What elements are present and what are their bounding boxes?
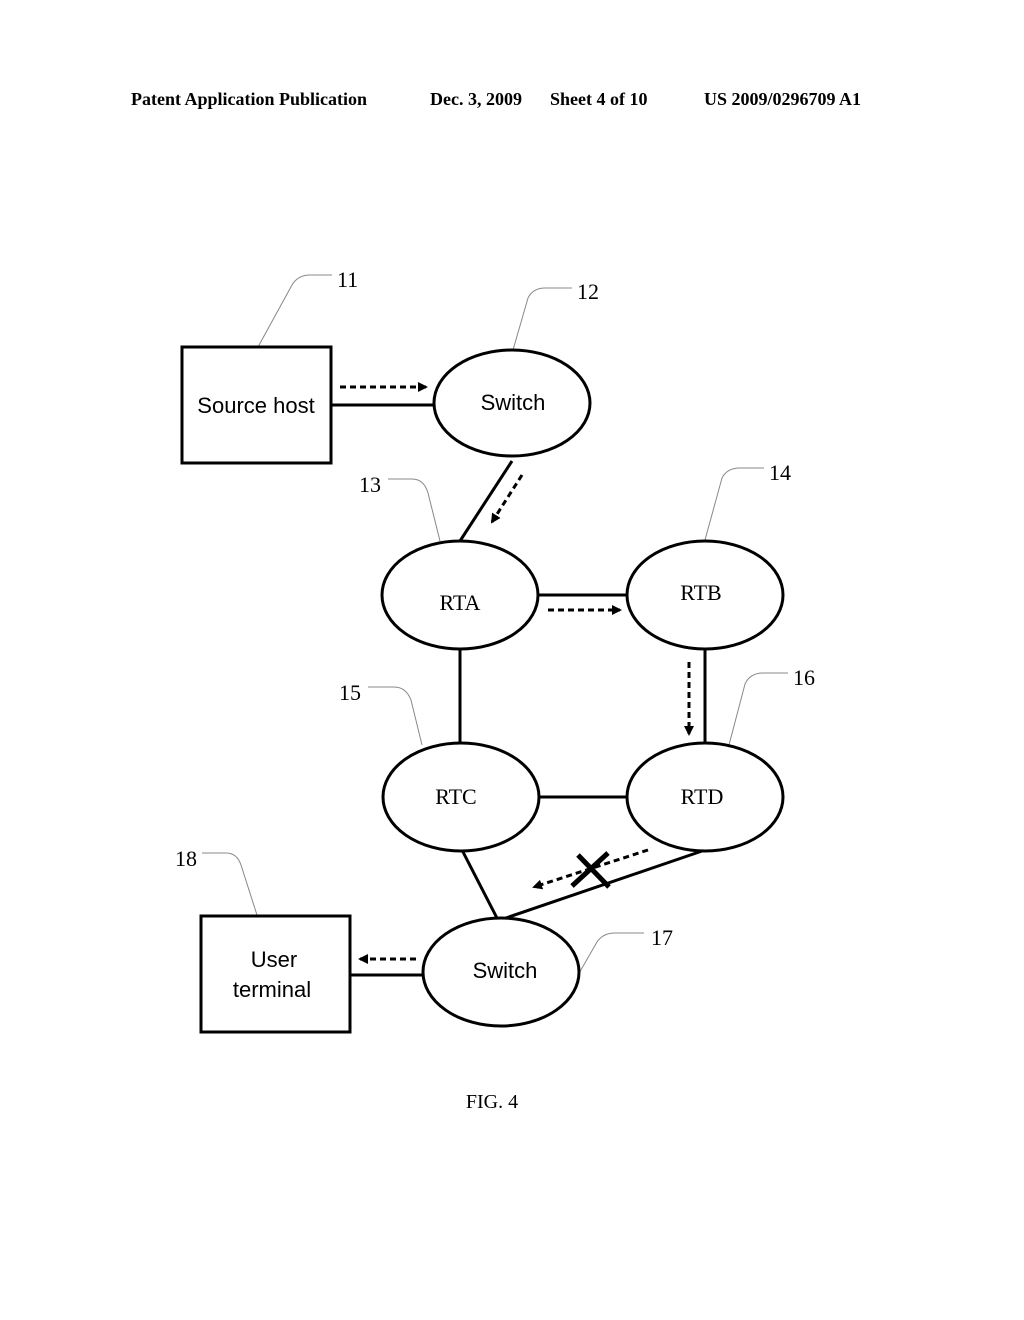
network-diagram: Source host Switch RTA RTB RTC RTD Switc… xyxy=(175,267,815,1113)
node-rtc: RTC xyxy=(381,741,541,853)
leader-13 xyxy=(388,478,441,542)
ref-numeral-13: 13 xyxy=(359,472,381,497)
leader-14 xyxy=(704,467,764,541)
node-label: Source host xyxy=(197,393,314,418)
node-user-terminal: User terminal xyxy=(199,914,352,1034)
node-label-line1: User xyxy=(251,947,297,972)
node-rtb: RTB xyxy=(625,539,785,651)
leader-12 xyxy=(512,287,572,351)
ref-numeral-14: 14 xyxy=(769,460,791,485)
ref-numeral-17: 17 xyxy=(651,925,673,950)
node-label-line2: terminal xyxy=(233,977,311,1002)
node-switch-top: Switch xyxy=(432,348,592,458)
leader-17 xyxy=(577,932,644,976)
blocked-x-icon xyxy=(570,851,611,889)
ref-numeral-15: 15 xyxy=(339,680,361,705)
node-source-host: Source host xyxy=(180,345,333,465)
node-switch-bottom: Switch xyxy=(421,916,581,1028)
ref-numeral-16: 16 xyxy=(793,665,815,690)
node-label: RTA xyxy=(440,590,481,615)
ref-numeral-12: 12 xyxy=(577,279,599,304)
ref-numeral-11: 11 xyxy=(337,267,358,292)
node-label: Switch xyxy=(481,390,546,415)
node-rta: RTA xyxy=(380,539,540,651)
figure-caption: FIG. 4 xyxy=(466,1091,518,1113)
ref-numeral-18: 18 xyxy=(175,846,197,871)
flow-arrow-switch-to-rta xyxy=(490,474,524,524)
node-label: RTD xyxy=(681,784,724,809)
node-label: Switch xyxy=(473,958,538,983)
node-rtd: RTD xyxy=(625,741,785,853)
node-label: RTB xyxy=(680,580,721,605)
link-rtc-switch xyxy=(460,849,500,921)
leader-11 xyxy=(257,274,332,348)
leader-16 xyxy=(728,672,788,746)
node-label: RTC xyxy=(435,784,476,809)
leader-18 xyxy=(202,852,258,916)
leader-15 xyxy=(368,686,423,746)
